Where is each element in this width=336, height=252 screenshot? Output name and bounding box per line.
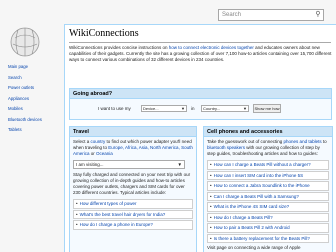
list-item[interactable]: • How can I insert SIM card into the iPho… (207, 170, 329, 180)
bullet-icon: • (210, 204, 212, 209)
visiting-select[interactable]: I am visiting... ▼ (73, 160, 185, 169)
question-link[interactable]: Can I charge a Beats Pill with a Samsung… (214, 194, 299, 199)
sidebar-nav: Main page Search Power outlets Appliance… (0, 62, 64, 136)
page-title: WikiConnections (69, 28, 139, 39)
phones-tablets-link[interactable]: phones and tablets (284, 139, 322, 144)
phones-text: Take the guesswork out of connecting pho… (204, 137, 332, 159)
top-bar: Search ⚲ (0, 0, 336, 24)
going-abroad-heading: Going abroad? (70, 89, 331, 99)
going-abroad-box: Going abroad? I want to use my Device...… (69, 88, 332, 120)
question-link[interactable]: How can I insert SIM card into the iPhon… (214, 173, 304, 178)
travel-text-1: Select a (73, 139, 91, 144)
bullet-icon: • (210, 214, 212, 220)
list-item[interactable]: • How do I charge a Beats Pill? (207, 212, 329, 222)
bullet-icon: • (210, 183, 212, 188)
intro-text: WikiConnections provides concise instruc… (69, 45, 333, 63)
bullet-icon: • (76, 222, 78, 227)
chevron-down-icon: ▼ (177, 162, 182, 167)
sidebar-item-power-outlets[interactable]: Power outlets (0, 83, 64, 94)
question-link[interactable]: Is there a battery replacement for the B… (214, 236, 310, 241)
list-item[interactable]: • How can I charge a Beats Pill without a… (207, 160, 329, 170)
list-item[interactable]: • Can I charge a Beats Pill with a Samsun… (207, 191, 329, 201)
question-link[interactable]: What is the iPhone 4S SIM card size? (214, 204, 290, 209)
question-link[interactable]: What's the best travel hair dryers for I… (80, 212, 166, 217)
question-link[interactable]: How to connect a Jabra Soundlink to the … (214, 183, 310, 188)
sidebar-item-appliances[interactable]: Appliances (0, 94, 64, 105)
visiting-select-value: I am visiting... (76, 162, 104, 167)
bullet-icon: • (210, 193, 212, 199)
bullet-icon: • (210, 172, 212, 178)
sidebar-item-main-page[interactable]: Main page (0, 62, 64, 73)
oceania-link[interactable]: Oceania (96, 151, 113, 156)
show-me-how-button[interactable]: Show me how (253, 104, 281, 113)
phones-question-list: • How can I charge a Beats Pill without a… (204, 159, 332, 245)
list-item[interactable]: • Is there a battery replacement for the … (207, 233, 329, 243)
intro-pre: WikiConnections provides concise instruc… (69, 45, 169, 50)
list-item[interactable]: • How to connect a Jabra Soundlink to the… (207, 181, 329, 191)
list-item[interactable]: • What is the iPhone 4S SIM card size? (207, 202, 329, 212)
travel-question-list: • How different types of power • What's th… (70, 198, 196, 232)
travel-text: Select a country to find out which power… (70, 137, 196, 159)
travel-description: Stay fully charged and connected on your… (73, 172, 191, 195)
bluetooth-speakers-link[interactable]: bluetooth speakers (207, 145, 245, 150)
question-link[interactable]: How do I charge a Beats Pill? (214, 215, 273, 220)
more-text: Visit page on connecting a wide range of… (207, 245, 301, 250)
cell-phones-heading: Cell phones and accessories (204, 127, 332, 137)
bullet-icon: • (76, 211, 78, 217)
search-input[interactable]: Search (218, 9, 324, 21)
sidebar-item-mobiles[interactable]: Mobiles (0, 104, 64, 115)
list-item[interactable]: • How do I charge a phone in Europe? (73, 220, 193, 230)
question-link[interactable]: How to pair a Beats Pill 2 with Android (214, 225, 290, 230)
going-abroad-row: I want to use my Device... ▼ in Country..… (70, 104, 331, 114)
question-link[interactable]: How can I charge a Beats Pill without a … (214, 162, 311, 167)
phones-text-1: Take the guesswork out of connecting (207, 139, 284, 144)
question-link[interactable]: How do I charge a phone in Europe? (80, 222, 153, 227)
sidebar-item-tablets[interactable]: Tablets (0, 125, 64, 136)
country-select-value: Country... (203, 106, 221, 111)
country-link[interactable]: country (91, 139, 106, 144)
main-content: WikiConnections WikiConnections provides… (64, 24, 336, 252)
list-item[interactable]: • What's the best travel hair dryers for … (73, 209, 193, 219)
intro-link[interactable]: how to connect electronic devices togeth… (169, 45, 254, 50)
question-link[interactable]: How different types of power (80, 201, 137, 206)
in-label: in (191, 106, 195, 111)
chevron-down-icon: ▼ (181, 106, 185, 111)
chevron-down-icon: ▼ (243, 106, 247, 111)
bullet-icon: • (210, 235, 212, 241)
search-icon[interactable]: ⚲ (313, 10, 323, 20)
bullet-icon: • (210, 225, 212, 230)
device-select-value: Device... (143, 106, 159, 111)
travel-box: Travel Select a country to find out whic… (69, 126, 197, 252)
travel-heading: Travel (70, 127, 196, 137)
device-select[interactable]: Device... ▼ (141, 105, 187, 112)
cell-phones-box: Cell phones and accessories Take the gue… (203, 126, 333, 252)
sidebar-item-bluetooth-devices[interactable]: Bluetooth devices (0, 115, 64, 126)
want-label: I want to use my (98, 106, 131, 111)
bullet-icon: • (210, 162, 212, 167)
country-select[interactable]: Country... ▼ (201, 105, 249, 112)
sidebar-item-search[interactable]: Search (0, 73, 64, 84)
bullet-icon: • (76, 201, 78, 206)
list-item[interactable]: • How to pair a Beats Pill 2 with Android (207, 223, 329, 233)
title-divider (69, 42, 331, 43)
logo-icon[interactable] (7, 26, 43, 59)
list-item[interactable]: • How different types of power (73, 199, 193, 209)
phones-text-2: to (321, 139, 327, 144)
